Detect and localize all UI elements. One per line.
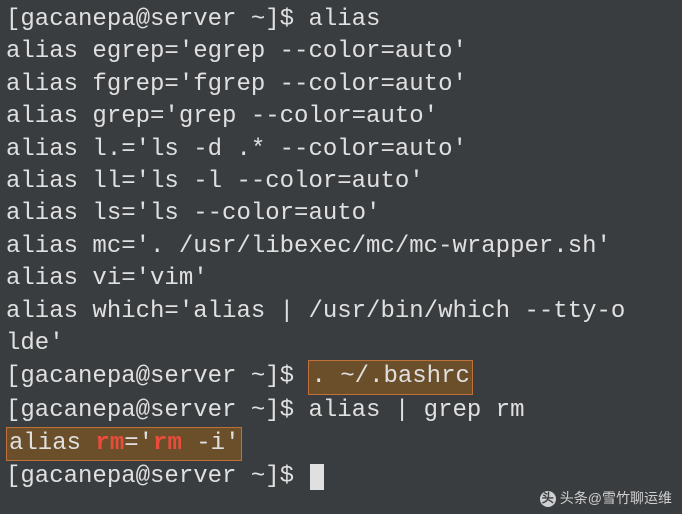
alias-rm-line: alias rm='rm -i' xyxy=(6,427,676,461)
alias-output-line: alias l.='ls -d .* --color=auto' xyxy=(6,134,676,166)
grep-match: rm xyxy=(95,430,124,457)
alias-output-line: alias fgrep='fgrep --color=auto' xyxy=(6,69,676,101)
watermark-icon: 头 xyxy=(540,491,556,507)
alias-output-line: alias egrep='egrep --color=auto' xyxy=(6,36,676,68)
terminal-prompt-line: [gacanepa@server ~]$ alias xyxy=(6,4,676,36)
terminal-prompt-line: [gacanepa@server ~]$ alias | grep rm xyxy=(6,395,676,427)
alias-output-line: alias ls='ls --color=auto' xyxy=(6,198,676,230)
grep-match: rm xyxy=(153,430,182,457)
alias-output-line: lde' xyxy=(6,328,676,360)
alias-output-line: alias vi='vim' xyxy=(6,263,676,295)
terminal-prompt-line: [gacanepa@server ~]$ . ~/.bashrc xyxy=(6,360,676,394)
alias-output-line: alias mc='. /usr/libexec/mc/mc-wrapper.s… xyxy=(6,231,676,263)
highlighted-command: . ~/.bashrc xyxy=(308,360,472,394)
prompt-text: [gacanepa@server ~]$ xyxy=(6,363,308,390)
highlighted-output: alias rm='rm -i' xyxy=(6,427,242,461)
watermark-text: 头条@雪竹聊运维 xyxy=(560,489,672,508)
cursor-icon xyxy=(310,464,324,490)
alias-output-line: alias grep='grep --color=auto' xyxy=(6,101,676,133)
alias-output-line: alias which='alias | /usr/bin/which --tt… xyxy=(6,296,676,328)
watermark: 头 头条@雪竹聊运维 xyxy=(540,489,672,508)
prompt-text: [gacanepa@server ~]$ xyxy=(6,463,308,490)
alias-output-line: alias ll='ls -l --color=auto' xyxy=(6,166,676,198)
